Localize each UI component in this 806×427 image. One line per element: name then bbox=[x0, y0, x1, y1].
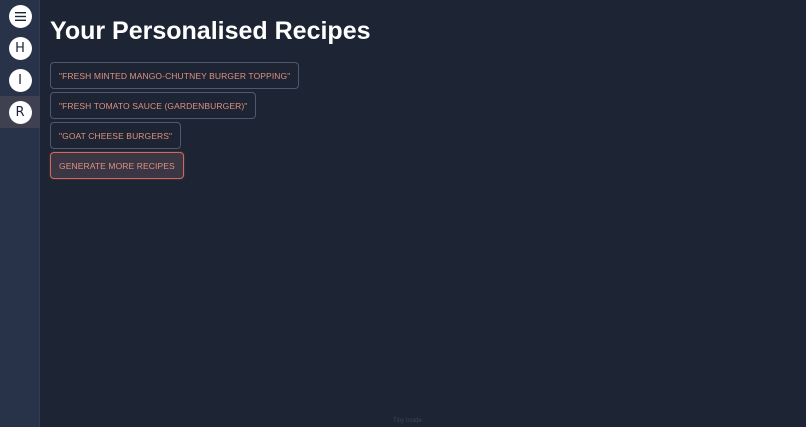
sidebar: H I R bbox=[0, 0, 40, 427]
recipe-button[interactable]: "FRESH MINTED MANGO-CHUTNEY BURGER TOPPI… bbox=[50, 62, 300, 89]
sidebar-item-home-avatar[interactable]: H bbox=[8, 36, 32, 60]
recipe-button[interactable]: "FRESH TOMATO SAUCE (GARDENBURGER)" bbox=[50, 92, 257, 119]
page-title: Your Personalised Recipes bbox=[50, 17, 371, 45]
footer-text: Tiny Inside bbox=[393, 418, 422, 424]
hamburger-menu-icon[interactable] bbox=[8, 4, 32, 28]
recipe-button[interactable]: "GOAT CHEESE BURGERS" bbox=[50, 122, 182, 149]
sidebar-item-ingredients[interactable]: I bbox=[0, 64, 40, 96]
sidebar-item-recipes-avatar[interactable]: R bbox=[8, 100, 32, 124]
sidebar-item-recipes[interactable]: R bbox=[0, 96, 40, 128]
app-root: H I R Your Personalised Recipes "FRESH M… bbox=[0, 0, 806, 427]
sidebar-item-menu[interactable] bbox=[0, 0, 40, 32]
sidebar-item-home[interactable]: H bbox=[0, 32, 40, 64]
generate-more-recipes-button[interactable]: GENERATE MORE RECIPES bbox=[50, 152, 184, 179]
sidebar-item-ingredients-avatar[interactable]: I bbox=[8, 68, 32, 92]
